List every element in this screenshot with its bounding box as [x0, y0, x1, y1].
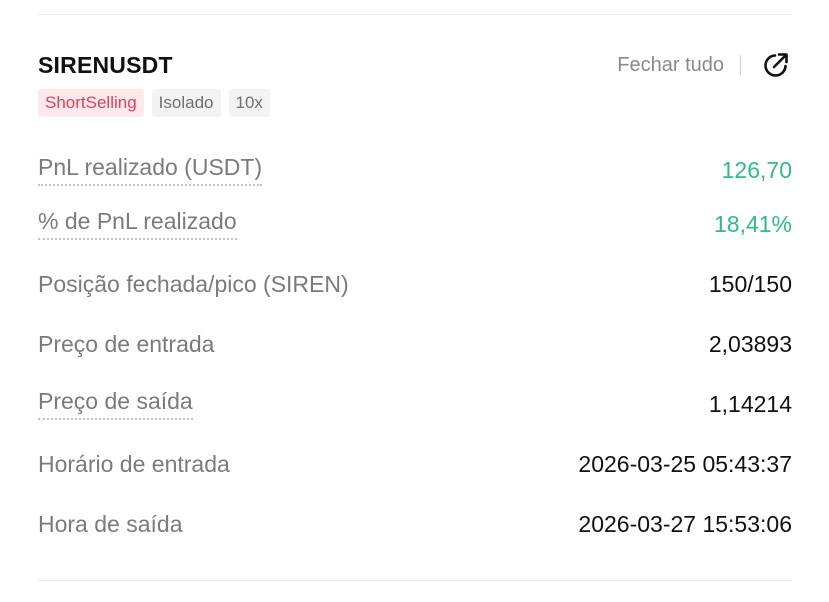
close-all-button[interactable]: Fechar tudo — [617, 54, 724, 77]
entry-price-row: Preço de entrada 2,03893 — [38, 314, 792, 374]
entry-time-label: Horário de entrada — [38, 450, 230, 477]
realized-pnl-percent-row: % de PnL realizado 18,41% — [38, 194, 792, 254]
realized-pnl-percent-value: 18,41% — [713, 210, 792, 237]
exit-price-label[interactable]: Preço de saída — [38, 388, 193, 420]
exit-price-value: 1,14214 — [708, 390, 792, 417]
share-arrow-icon[interactable] — [760, 49, 792, 81]
realized-pnl-row: PnL realizado (USDT) 126,70 — [38, 146, 792, 194]
closed-position-card: SIRENUSDT Fechar tudo ShortSelling Isola… — [38, 46, 792, 554]
realized-pnl-value: 126,70 — [721, 156, 792, 183]
header-actions: Fechar tudo — [617, 49, 792, 81]
exit-price-row: Preço de saída 1,14214 — [38, 374, 792, 434]
closed-peak-position-value: 150/150 — [708, 270, 792, 297]
margin-mode-tag: Isolado — [151, 89, 221, 117]
leverage-tag: 10x — [228, 89, 270, 117]
exit-time-row: Hora de saída 2026-03-27 15:53:06 — [38, 494, 792, 554]
symbol-title: SIRENUSDT — [38, 51, 173, 78]
short-selling-tag: ShortSelling — [38, 89, 144, 117]
entry-price-label: Preço de entrada — [38, 330, 215, 357]
position-header: SIRENUSDT Fechar tudo — [38, 46, 792, 84]
closed-peak-position-label: Posição fechada/pico (SIREN) — [38, 270, 349, 297]
position-details: PnL realizado (USDT) 126,70 % de PnL rea… — [38, 146, 792, 554]
realized-pnl-label[interactable]: PnL realizado (USDT) — [38, 154, 263, 186]
entry-price-value: 2,03893 — [708, 330, 792, 357]
entry-time-value: 2026-03-25 05:43:37 — [578, 450, 792, 477]
header-separator — [740, 55, 741, 75]
exit-time-label: Hora de saída — [38, 510, 183, 537]
entry-time-row: Horário de entrada 2026-03-25 05:43:37 — [38, 434, 792, 494]
realized-pnl-percent-label[interactable]: % de PnL realizado — [38, 208, 237, 240]
exit-time-value: 2026-03-27 15:53:06 — [578, 510, 792, 537]
position-tags: ShortSelling Isolado 10x — [38, 89, 792, 117]
bottom-divider — [38, 580, 792, 581]
closed-peak-position-row: Posição fechada/pico (SIREN) 150/150 — [38, 254, 792, 314]
top-divider — [38, 14, 792, 15]
